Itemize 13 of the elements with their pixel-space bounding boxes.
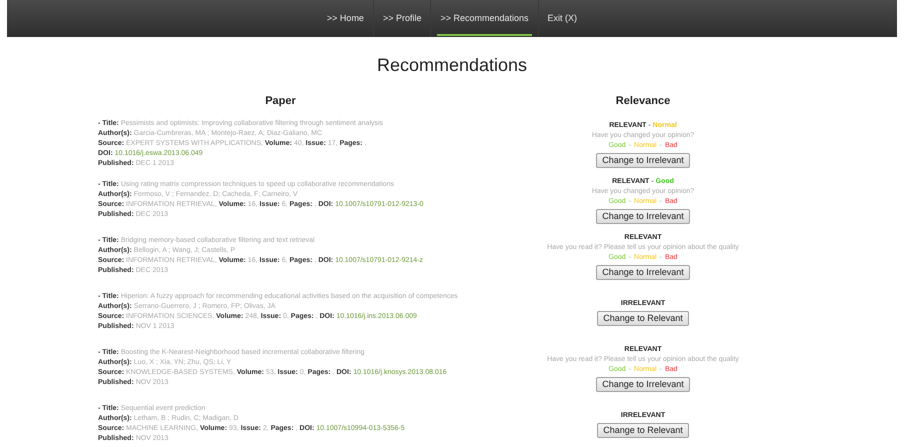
- page-title: Recommendations: [376, 54, 528, 76]
- nav-link[interactable]: >> Recommendations: [430, 0, 538, 37]
- change-relevance-button[interactable]: Change to Relevant: [597, 310, 689, 326]
- nav-link[interactable]: >> Profile: [372, 0, 430, 37]
- nav-link[interactable]: >> Home: [318, 0, 373, 37]
- change-relevance-button[interactable]: Change to Irrelevant: [596, 152, 690, 168]
- change-relevance-button[interactable]: Change to Irrelevant: [596, 376, 690, 392]
- change-relevance-button[interactable]: Change to Irrelevant: [596, 208, 690, 224]
- change-relevance-button[interactable]: Change to Relevant: [597, 422, 689, 438]
- column-header: Relevance: [614, 94, 672, 108]
- column-header: Paper: [264, 94, 297, 108]
- nav-link[interactable]: Exit (X): [538, 0, 586, 37]
- change-relevance-button[interactable]: Change to Irrelevant: [596, 264, 690, 280]
